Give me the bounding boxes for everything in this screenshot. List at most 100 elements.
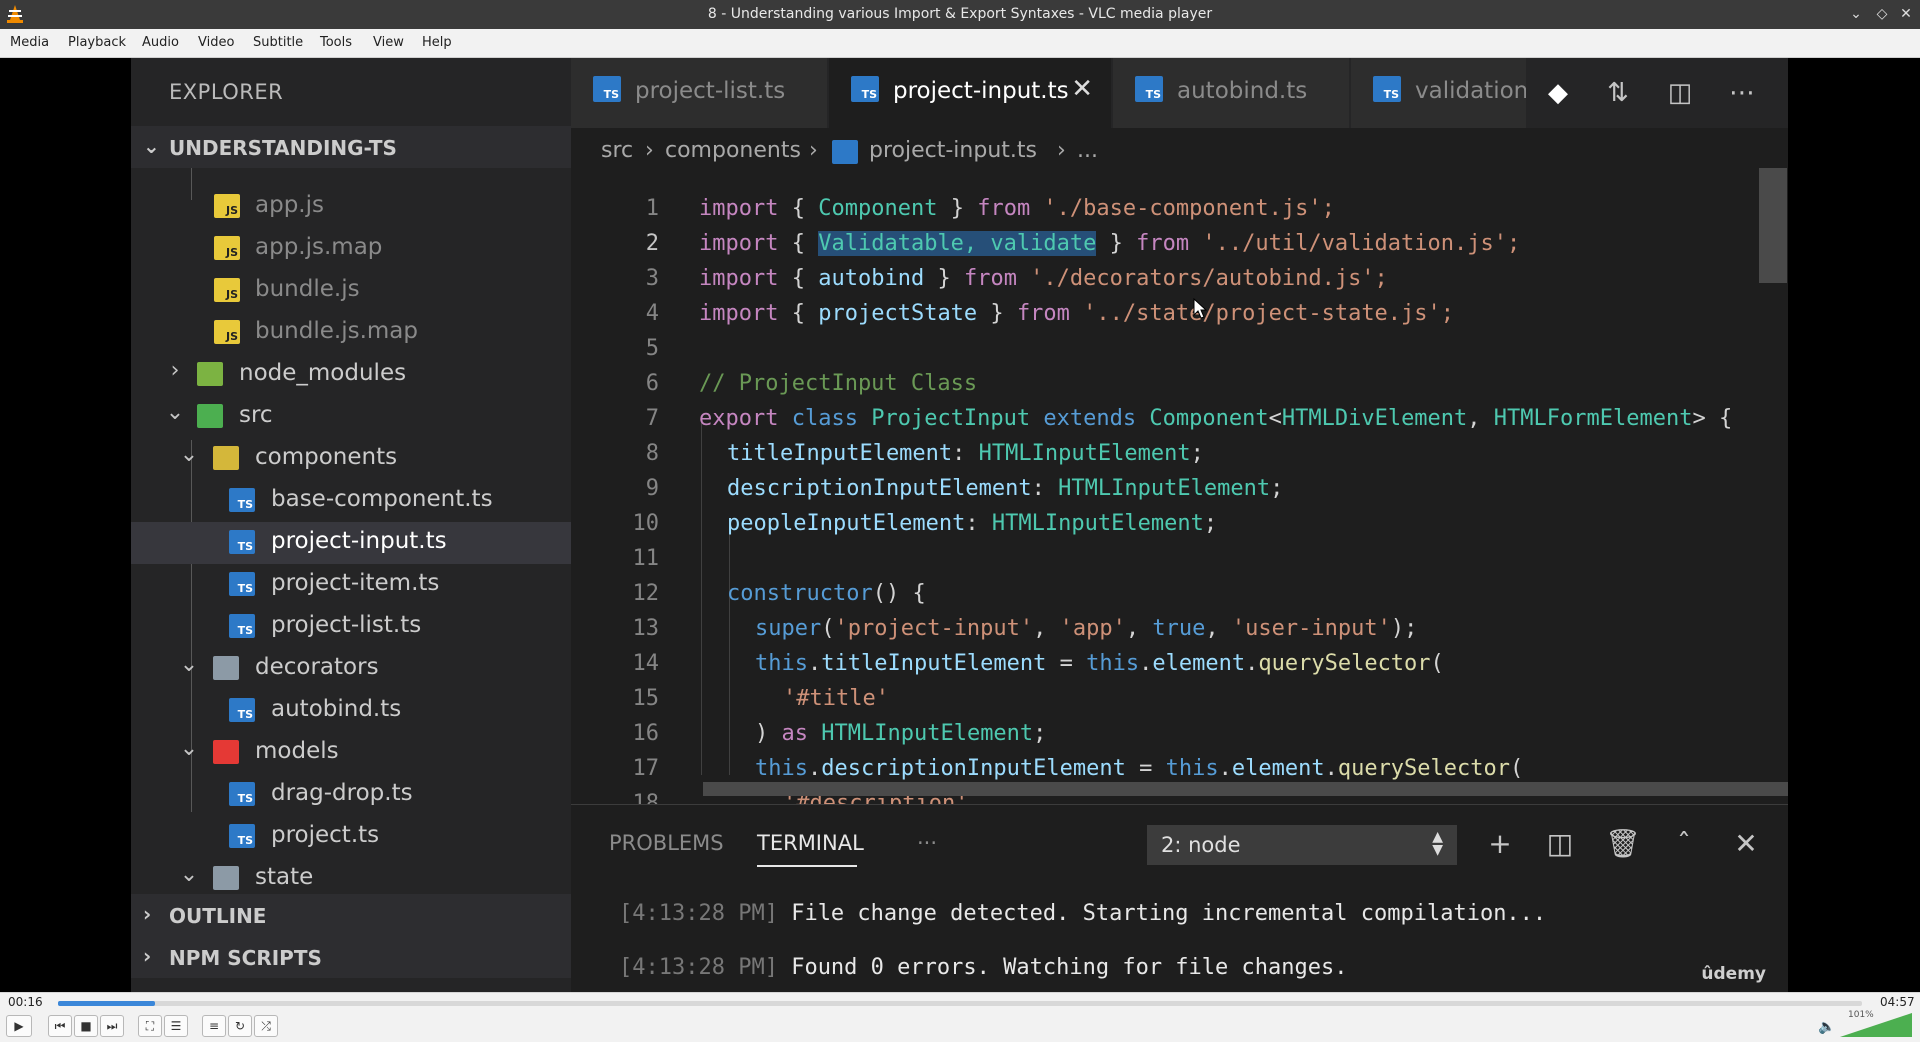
tab-validation[interactable]: TS validation. — [1351, 58, 1526, 128]
tree-item-project-list-ts[interactable]: TS project-list.ts — [131, 606, 571, 648]
maximize-icon[interactable]: ◇ — [1872, 4, 1892, 24]
more-actions-icon[interactable]: ⋯ — [1725, 76, 1759, 110]
horizontal-scrollbar[interactable] — [703, 782, 1788, 796]
code-editor[interactable]: 123456789101112131415161718 import { Com… — [571, 174, 1788, 816]
close-icon[interactable]: ✕ — [1896, 4, 1916, 24]
tree-item-src[interactable]: ⌄ src — [131, 396, 571, 438]
tree-item-util[interactable]: › — [131, 150, 571, 170]
tree-item-bundle-js[interactable]: JS bundle.js — [131, 270, 571, 312]
tree-item-state[interactable]: ⌄ state — [131, 858, 571, 894]
menu-video[interactable]: Video — [198, 35, 234, 50]
tab-project-list[interactable]: TS project-list.ts — [571, 58, 827, 128]
tree-item-label: base-component.ts — [271, 486, 493, 512]
line-number: 5 — [645, 336, 659, 361]
compare-changes-icon[interactable]: ⇅ — [1601, 76, 1635, 110]
js-file-icon: JS — [214, 278, 240, 302]
code-line-15: '#title' — [783, 686, 889, 711]
breadcrumb-src[interactable]: src — [601, 138, 633, 163]
explorer-sidebar: EXPLORER ⌄ UNDERSTANDING-TS › JS app.js … — [131, 58, 571, 992]
chevron-up-icon[interactable]: ˆ — [1667, 827, 1701, 861]
tab-autobind[interactable]: TS autobind.ts — [1113, 58, 1349, 128]
breadcrumb-more[interactable]: ... — [1077, 138, 1098, 163]
tab-label: project-list.ts — [635, 78, 786, 104]
tab-problems[interactable]: PROBLEMS — [609, 831, 724, 855]
trash-icon[interactable]: 🗑 — [1605, 827, 1641, 861]
play-icon[interactable]: ▶ — [6, 1015, 32, 1037]
tree-item-decorators[interactable]: ⌄ decorators — [131, 648, 571, 690]
git-icon[interactable]: ◆ — [1541, 76, 1575, 110]
volume-slider[interactable] — [1840, 1013, 1912, 1037]
outline-header[interactable]: › OUTLINE — [131, 894, 571, 936]
tree-item-models[interactable]: ⌄ models — [131, 732, 571, 774]
ts-file-icon: TS — [229, 824, 255, 848]
line-number: 1 — [645, 196, 659, 221]
window-title: 8 - Understanding various Import & Expor… — [707, 6, 1213, 22]
npm-scripts-label: NPM SCRIPTS — [169, 946, 322, 970]
code-line-4: import { projectState } from '../state/p… — [699, 301, 1455, 326]
tree-item-app-js[interactable]: JS app.js — [131, 186, 571, 228]
tree-item-app-js-map[interactable]: JS app.js.map — [131, 228, 571, 270]
tree-item-bundle-js-map[interactable]: JS bundle.js.map — [131, 312, 571, 354]
split-editor-icon[interactable]: ◫ — [1663, 76, 1697, 110]
tree-item-label: models — [255, 738, 339, 764]
js-file-icon: JS — [214, 320, 240, 344]
seek-bar[interactable] — [58, 1001, 1862, 1006]
previous-icon[interactable]: ⏮ — [48, 1015, 72, 1037]
tree-item-base-component-ts[interactable]: TS base-component.ts — [131, 480, 571, 522]
panel-more-icon[interactable]: ··· — [917, 831, 937, 855]
line-number: 10 — [632, 511, 660, 536]
tree-item-components[interactable]: ⌄ components — [131, 438, 571, 480]
tree-item-project-ts[interactable]: TS project.ts — [131, 816, 571, 858]
tree-item-project-input-ts[interactable]: TS project-input.ts — [131, 522, 571, 564]
tab-label: project-input.ts — [893, 78, 1069, 104]
playlist-icon[interactable]: ≡ — [202, 1015, 226, 1037]
menu-media[interactable]: Media — [10, 35, 49, 50]
loop-icon[interactable]: ↻ — [228, 1015, 252, 1037]
code-line-13: super('project-input', 'app', true, 'use… — [755, 616, 1418, 641]
tree-item-drag-drop-ts[interactable]: TS drag-drop.ts — [131, 774, 571, 816]
next-icon[interactable]: ⏭ — [100, 1015, 124, 1037]
video-area[interactable]: EXPLORER ⌄ UNDERSTANDING-TS › JS app.js … — [0, 58, 1920, 992]
elapsed-time: 00:16 — [8, 995, 43, 1009]
menu-playback[interactable]: Playback — [68, 35, 126, 50]
menu-tools[interactable]: Tools — [320, 35, 352, 50]
tree-item-project-item-ts[interactable]: TS project-item.ts — [131, 564, 571, 606]
menu-view[interactable]: View — [373, 35, 404, 50]
menu-subtitle[interactable]: Subtitle — [253, 35, 303, 50]
line-number: 16 — [632, 721, 660, 746]
tree-item-node-modules[interactable]: › node_modules — [131, 354, 571, 396]
volume-icon[interactable]: 🔈 — [1818, 1019, 1835, 1035]
npm-scripts-header[interactable]: › NPM SCRIPTS — [131, 936, 571, 978]
line-number: 15 — [632, 686, 660, 711]
close-panel-icon[interactable]: ✕ — [1729, 827, 1763, 861]
terminal-line: [4:13:28 PM] File change detected. Start… — [619, 901, 1547, 926]
line-number: 12 — [632, 581, 660, 606]
extended-settings-icon[interactable]: ☰ — [164, 1015, 188, 1037]
line-number: 9 — [645, 476, 659, 501]
menu-help[interactable]: Help — [422, 35, 452, 50]
breadcrumb-components[interactable]: components — [665, 138, 801, 163]
terminal-select[interactable]: 2: node ▲ ▼ — [1147, 825, 1457, 865]
tree-item-autobind-ts[interactable]: TS autobind.ts — [131, 690, 571, 732]
stop-icon[interactable]: ■ — [74, 1015, 98, 1037]
fullscreen-icon[interactable]: ⛶ — [138, 1015, 162, 1037]
vertical-scrollbar[interactable] — [1759, 168, 1787, 283]
chevron-right-icon: › — [143, 902, 152, 926]
ts-file-icon: TS — [229, 572, 255, 596]
split-terminal-icon[interactable]: ◫ — [1543, 827, 1577, 861]
ts-file-icon: TS — [229, 530, 255, 554]
add-terminal-icon[interactable]: + — [1483, 827, 1517, 861]
tab-project-input[interactable]: TS project-input.ts ✕ — [829, 58, 1111, 128]
close-icon[interactable]: ✕ — [1071, 74, 1093, 104]
tab-terminal[interactable]: TERMINAL — [757, 831, 864, 855]
chevron-right-icon: › — [645, 138, 654, 163]
breadcrumb-file[interactable]: project-input.ts — [869, 138, 1037, 163]
chevron-down-icon: ⌄ — [179, 442, 199, 467]
chevron-right-icon: › — [170, 358, 180, 383]
shuffle-icon[interactable]: ⤮ — [254, 1015, 278, 1037]
menu-audio[interactable]: Audio — [142, 35, 179, 50]
minimize-icon[interactable]: ⌄ — [1846, 4, 1866, 24]
tree-item-label: project.ts — [271, 822, 380, 848]
active-tab-underline — [757, 865, 857, 867]
title-bar: 8 - Understanding various Import & Expor… — [0, 0, 1920, 29]
